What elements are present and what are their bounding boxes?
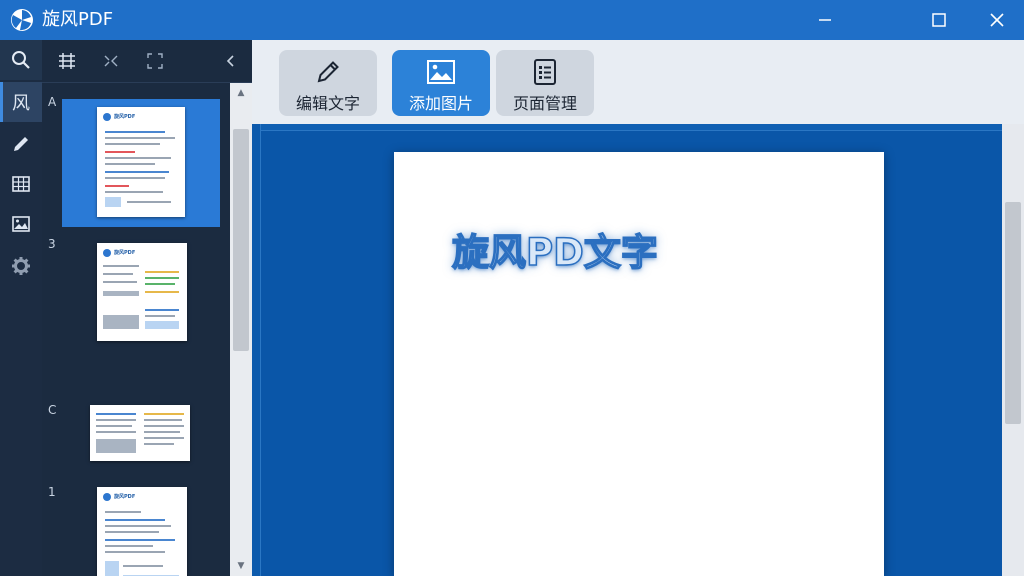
document-page[interactable]: 旋风PD文字 <box>394 152 884 576</box>
thumbnail-item[interactable]: 1 旋风PDF <box>42 427 230 576</box>
canvas-scrollbar-thumb[interactable] <box>1005 202 1021 424</box>
ruler-left <box>252 124 261 576</box>
pencil-icon <box>14 137 28 151</box>
maximize-icon <box>932 13 946 27</box>
thumb-logo-icon <box>103 493 111 501</box>
thumb-heading: 旋风PDF <box>114 250 136 256</box>
maximize-button[interactable] <box>910 0 968 40</box>
thumb-heading: 旋风PDF <box>114 494 136 500</box>
main-toolbar: 编辑文字 添加图片 页面管理 <box>252 40 1024 124</box>
pencil-icon <box>317 61 339 83</box>
page-text-object[interactable]: 旋风PD文字 <box>451 222 658 276</box>
add-image-button[interactable]: 添加图片 <box>392 50 490 116</box>
thumb-heading: 旋风PDF <box>114 114 136 120</box>
image-icon <box>12 216 30 232</box>
thumbnail-scrollbar[interactable]: ▲ ▼ <box>230 83 252 576</box>
scrollbar-thumb[interactable] <box>233 129 249 351</box>
page-manage-label: 页面管理 <box>512 94 577 113</box>
rail-feng-label: 风 <box>12 93 30 114</box>
rail-feng-button[interactable]: 风 <box>0 82 42 122</box>
gear-icon <box>12 257 30 275</box>
thumb-logo-icon <box>103 113 111 121</box>
rail-settings-button[interactable] <box>0 246 42 286</box>
document-canvas[interactable]: 旋风PD文字 <box>252 124 1024 576</box>
rail-edit-button[interactable] <box>0 124 42 164</box>
rail-table-button[interactable] <box>0 164 42 204</box>
thumbnail-item[interactable]: C <box>42 349 230 461</box>
rotate-icon <box>104 55 118 67</box>
app-title: 旋风PDF <box>42 9 114 30</box>
edit-text-button[interactable]: 编辑文字 <box>279 50 377 116</box>
chevron-left-icon <box>226 55 234 67</box>
expand-icon <box>147 53 163 69</box>
title-bar: 旋风PDF <box>0 0 1024 40</box>
thumbnail-number: 3 <box>48 237 56 251</box>
panel-collapse-button[interactable] <box>220 50 242 72</box>
icon-rail: 风 <box>0 40 42 576</box>
thumbnail-list: A 旋风PDF 3 旋风PDF C 1 旋风PDF <box>42 83 230 576</box>
app-logo-icon <box>11 9 33 31</box>
thumbnail-panel: A 旋风PDF 3 旋风PDF C 1 旋风PDF ▲ ▼ <box>42 40 252 576</box>
rail-search-button[interactable] <box>0 40 42 80</box>
thumbnail-item[interactable]: 3 旋风PDF <box>42 233 230 349</box>
panel-grid-button[interactable] <box>56 50 78 72</box>
table-icon <box>12 176 30 192</box>
add-image-label: 添加图片 <box>408 94 473 113</box>
close-button[interactable] <box>968 0 1024 40</box>
image-icon <box>427 60 455 84</box>
thumbnail-number: 1 <box>48 485 56 499</box>
thumbnail-page: 旋风PDF <box>97 487 187 576</box>
thumbnail-page: 旋风PDF <box>97 107 185 217</box>
rail-image-button[interactable] <box>0 204 42 244</box>
page-manage-button[interactable]: 页面管理 <box>496 50 594 116</box>
ruler-top <box>260 124 1012 131</box>
thumbnail-number: A <box>48 95 57 109</box>
scroll-down-arrow[interactable]: ▼ <box>233 558 249 574</box>
minimize-icon <box>819 19 831 21</box>
panel-expand-button[interactable] <box>144 50 166 72</box>
edit-text-label: 编辑文字 <box>295 94 360 113</box>
grid-icon <box>59 53 75 69</box>
scroll-up-arrow[interactable]: ▲ <box>233 85 249 101</box>
list-icon <box>534 59 556 85</box>
thumbnail-item[interactable]: A 旋风PDF <box>42 83 230 233</box>
search-icon <box>12 51 30 69</box>
panel-toolbar <box>42 40 252 83</box>
thumbnail-number: C <box>48 403 57 417</box>
minimize-button[interactable] <box>796 0 854 40</box>
thumb-logo-icon <box>103 249 111 257</box>
thumbnail-page: 旋风PDF <box>97 243 187 341</box>
canvas-scrollbar[interactable] <box>1002 124 1024 576</box>
close-icon <box>990 13 1004 27</box>
panel-rotate-button[interactable] <box>100 50 122 72</box>
